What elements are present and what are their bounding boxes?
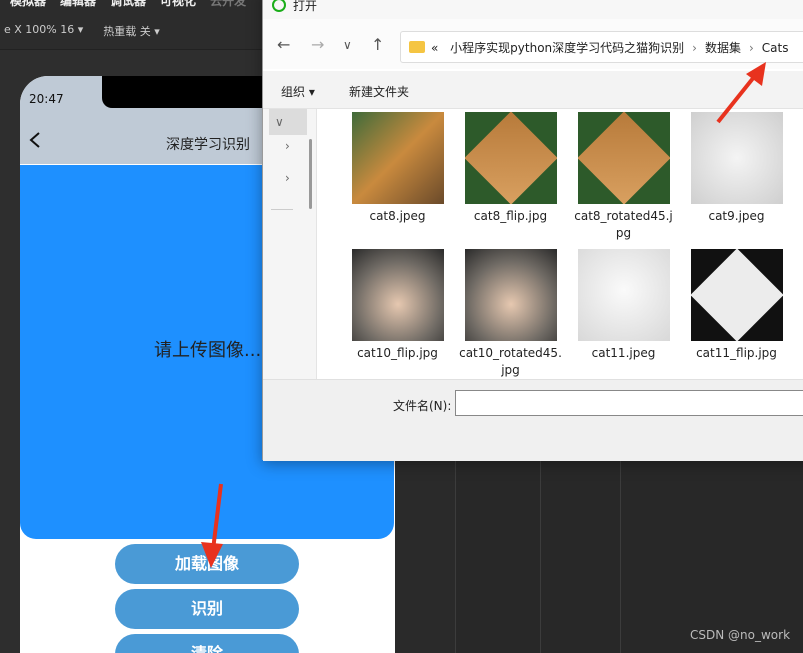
file-tile[interactable]: cat8_rotated45.jpg <box>571 112 676 242</box>
load-image-button[interactable]: 加载图像 <box>115 544 299 584</box>
forward-icon[interactable]: → <box>311 35 324 54</box>
file-list: cat8.jpeg cat8_flip.jpg cat8_rotated45.j… <box>321 109 803 379</box>
breadcrumb-dataset[interactable]: 数据集 <box>705 41 741 55</box>
menu-simulator[interactable]: 模拟器 <box>10 0 46 9</box>
new-folder-button[interactable]: 新建文件夹 <box>349 83 409 100</box>
breadcrumb-cats[interactable]: Cats <box>762 41 789 55</box>
chevron-right-icon[interactable]: › <box>285 171 290 185</box>
chevron-right-icon: › <box>748 41 754 55</box>
panel-divider <box>620 460 621 653</box>
navigation-pane[interactable]: ∨ › › <box>263 109 317 379</box>
file-tile[interactable]: cat9.jpeg <box>684 112 789 225</box>
ide-menu: 模拟器 编辑器 调试器 可视化 云开发 <box>10 0 246 9</box>
cat-white-diamond-thumbnail <box>690 249 783 341</box>
file-tile[interactable]: cat10_flip.jpg <box>345 249 450 362</box>
recent-locations-chevron-icon[interactable]: ∨ <box>343 38 352 52</box>
file-name: cat10_rotated45.jpg <box>459 346 562 377</box>
dialog-title: 打开 <box>293 0 318 13</box>
chevron-down-icon[interactable]: ∨ <box>275 115 284 129</box>
up-arrow-icon[interactable]: ↑ <box>371 35 384 54</box>
app-icon <box>272 0 286 12</box>
device-select[interactable]: e X 100% 16 ▾ <box>4 23 83 39</box>
nav-scrollbar[interactable] <box>309 139 312 209</box>
nav-divider <box>271 209 293 210</box>
page-title: 深度学习识别 <box>166 137 250 153</box>
back-icon[interactable]: ← <box>277 35 290 54</box>
hot-reload-toggle[interactable]: 热重载 关 ▾ <box>103 23 160 39</box>
file-name: cat9.jpeg <box>708 209 765 223</box>
file-name: cat8_flip.jpg <box>473 209 548 223</box>
cat-white-thumbnail <box>577 249 670 341</box>
file-name: cat11_flip.jpg <box>696 346 777 360</box>
status-time: 20:47 <box>29 92 64 106</box>
organize-button[interactable]: 组织 ▾ <box>281 83 315 100</box>
panel-divider <box>455 460 456 653</box>
file-tile[interactable]: cat8_flip.jpg <box>458 112 563 225</box>
filename-row: 文件名(N): <box>263 379 803 461</box>
file-name: cat8_rotated45.jpg <box>574 209 673 240</box>
recognize-button[interactable]: 识别 <box>115 589 299 629</box>
back-arrow-icon[interactable] <box>28 131 42 149</box>
filename-label: 文件名(N): <box>393 399 452 413</box>
breadcrumb-project[interactable]: 小程序实现python深度学习代码之猫狗识别 <box>450 41 684 55</box>
folder-icon <box>409 41 425 53</box>
chevron-right-icon[interactable]: › <box>285 139 290 153</box>
open-file-dialog: 打开 ← → ∨ ↑ « 小程序实现python深度学习代码之猫狗识别 › 数据集 ›… <box>262 0 803 461</box>
filename-input[interactable] <box>455 390 803 416</box>
menu-visualize[interactable]: 可视化 <box>160 0 196 9</box>
file-tile[interactable]: cat10_rotated45.jpg <box>458 249 563 379</box>
cat-tabby-closeup-thumbnail <box>351 249 444 341</box>
breadcrumb-overflow[interactable]: « <box>431 41 438 55</box>
file-name: cat11.jpeg <box>591 346 656 360</box>
watermark: CSDN @no_work <box>690 628 791 642</box>
chevron-right-icon: › <box>692 41 697 55</box>
command-bar: 组织 ▾ 新建文件夹 <box>263 71 803 109</box>
cat-tabby-closeup-thumbnail <box>464 249 557 341</box>
cat-orange-thumbnail <box>351 112 444 204</box>
file-tile[interactable]: cat11_flip.jpg <box>684 249 789 362</box>
cat-white-thumbnail <box>690 112 783 204</box>
file-tile[interactable]: cat11.jpeg <box>571 249 676 362</box>
menu-editor[interactable]: 编辑器 <box>60 0 96 9</box>
dialog-title-bar: 打开 <box>263 0 803 19</box>
cat-orange-diamond-thumbnail <box>577 112 670 204</box>
file-name: cat8.jpeg <box>369 209 426 223</box>
file-name: cat10_flip.jpg <box>357 346 438 360</box>
file-tile[interactable]: cat8.jpeg <box>345 112 450 225</box>
ide-toolbar: e X 100% 16 ▾ 热重载 关 ▾ <box>4 23 160 39</box>
clear-button[interactable]: 清除 <box>115 634 299 653</box>
panel-divider <box>540 460 541 653</box>
menu-cloud[interactable]: 云开发 <box>210 0 246 9</box>
breadcrumb: « 小程序实现python深度学习代码之猫狗识别 › 数据集 › Cats <box>431 39 789 56</box>
cat-orange-diamond-thumbnail <box>464 112 557 204</box>
menu-debugger[interactable]: 调试器 <box>110 0 146 9</box>
address-bar[interactable]: « 小程序实现python深度学习代码之猫狗识别 › 数据集 › Cats <box>400 31 803 63</box>
upload-prompt: 请上传图像... <box>154 340 262 361</box>
